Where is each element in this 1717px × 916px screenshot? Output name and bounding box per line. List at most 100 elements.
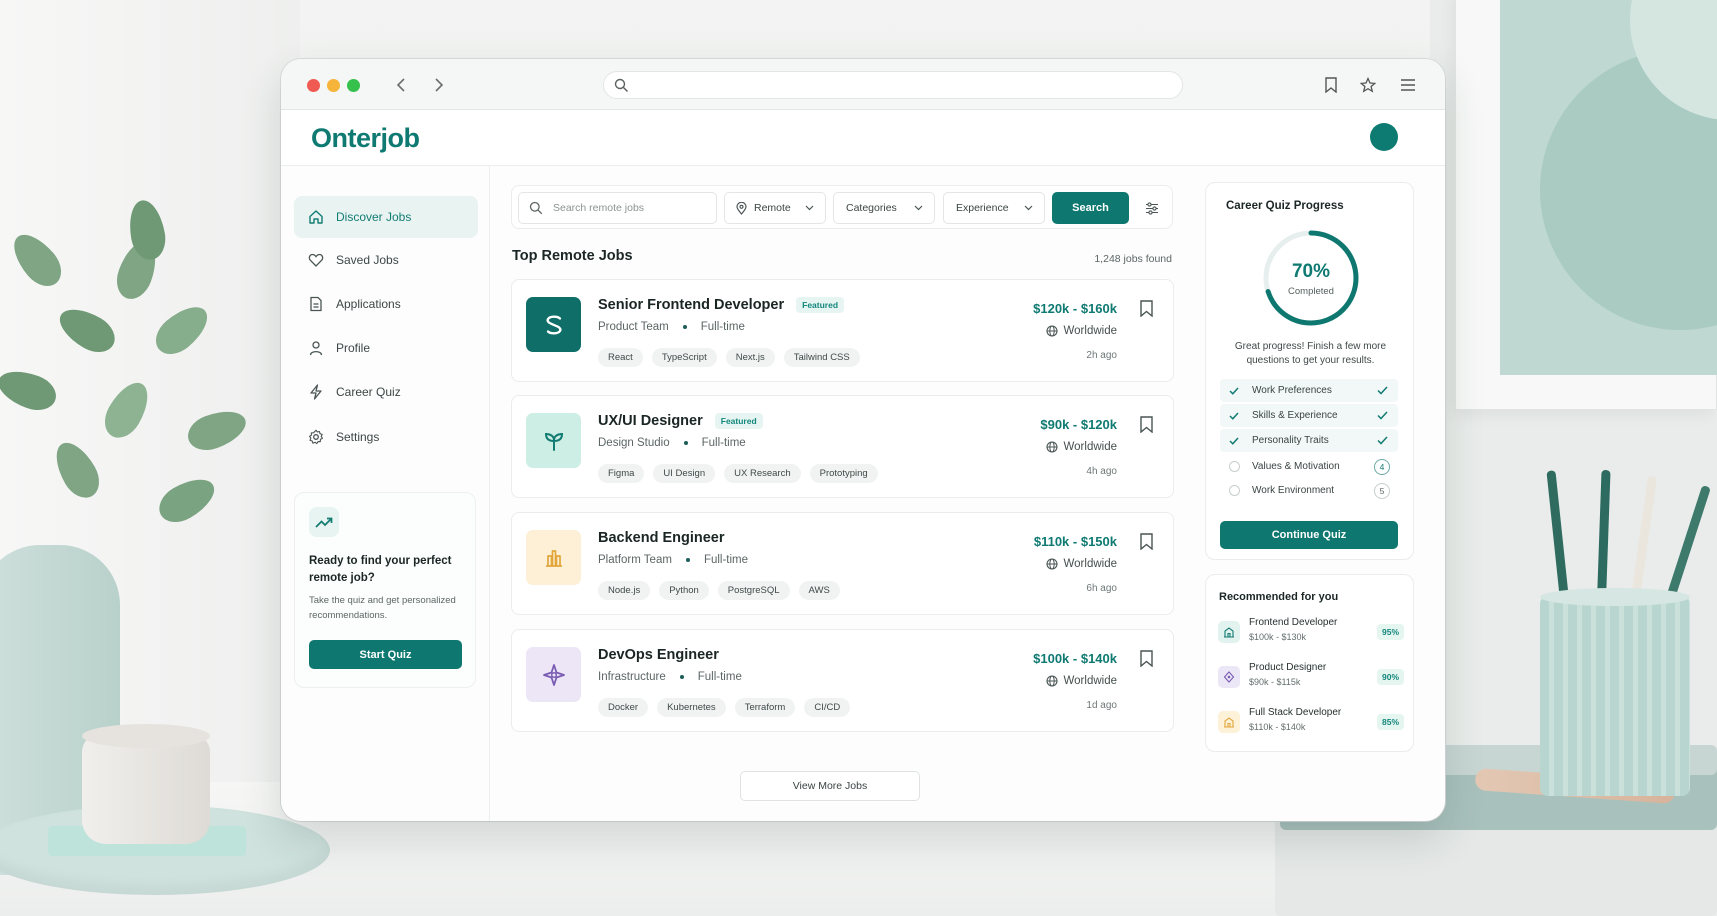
career-quiz-progress-card: Career Quiz Progress 70% Completed Great… [1205,182,1414,560]
recommended-item[interactable]: Frontend Developer $100k - $130k 95% [1218,617,1404,653]
sidebar-item-label: Settings [336,430,380,444]
minimize-window-button[interactable] [327,79,340,92]
star-icon[interactable] [1356,73,1380,97]
step-number: 5 [1374,482,1390,499]
skill-tag[interactable]: UI Design [653,464,716,483]
sidebar-item-label: Career Quiz [336,385,401,399]
bookmark-icon[interactable] [1319,73,1343,97]
sidebar-item-applications[interactable]: Applications [294,283,478,325]
quiz-step[interactable]: Skills & Experience [1220,404,1398,427]
skill-tag[interactable]: Kubernetes [657,698,726,717]
quiz-step-label: Values & Motivation [1252,461,1340,472]
job-card[interactable]: Backend Engineer Platform Team Full-time… [511,512,1174,615]
company-name: Product Team [598,321,669,333]
job-card[interactable]: UX/UI Designer Featured Design Studio Fu… [511,395,1174,498]
search-input[interactable]: Search remote jobs [518,192,717,224]
heart-icon [308,253,324,267]
address-bar[interactable] [603,71,1183,99]
forward-arrow-icon[interactable] [426,72,452,98]
job-location: Worldwide [1045,441,1117,453]
sidebar-item-label: Saved Jobs [336,253,399,267]
sidebar-item-profile[interactable]: Profile [294,327,478,369]
separator-dot [682,325,687,329]
sidebar-item-saved-jobs[interactable]: Saved Jobs [294,239,478,281]
avatar[interactable] [1370,123,1398,151]
location-select[interactable]: Remote [724,192,826,224]
company-name: Design Studio [598,437,670,449]
search-button[interactable]: Search [1052,192,1129,224]
recommended-salary: $110k - $140k [1249,722,1306,732]
recommended-item[interactable]: Full Stack Developer $110k - $140k 85% [1218,707,1404,743]
skill-tag[interactable]: AWS [798,581,840,600]
bookmark-icon[interactable] [1137,648,1155,668]
skill-tag[interactable]: TypeScript [651,348,717,367]
skill-tag[interactable]: CI/CD [804,698,851,717]
skill-tag[interactable]: UX Research [724,464,801,483]
skill-tag[interactable]: Python [659,581,709,600]
quiz-promo-card: Ready to find your perfect remote job? T… [294,492,476,688]
skill-tag[interactable]: Figma [598,464,645,483]
trending-up-icon [309,507,339,537]
progress-percent: 70% [1291,261,1331,282]
experience-select[interactable]: Experience [943,192,1045,224]
recommended-salary: $100k - $130k [1249,632,1307,642]
quiz-step[interactable]: Values & Motivation 4 [1220,455,1398,478]
search-placeholder: Search remote jobs [553,202,645,214]
skill-tag[interactable]: Docker [598,698,649,717]
skill-tag[interactable]: Terraform [734,698,796,717]
featured-badge: Featured [714,413,763,429]
job-meta: Platform Team Full-time [598,554,748,566]
quiz-step[interactable]: Work Preferences [1220,379,1398,402]
sidebar-item-career-quiz[interactable]: Career Quiz [294,371,478,413]
job-card[interactable]: Senior Frontend Developer Featured Produ… [511,279,1174,382]
job-title[interactable]: Backend Engineer [598,530,725,546]
bookmark-icon[interactable] [1137,298,1155,318]
continue-quiz-button[interactable]: Continue Quiz [1220,521,1398,549]
recommended-job-title: Frontend Developer [1249,617,1338,628]
job-title[interactable]: Senior Frontend Developer Featured [598,297,845,313]
chevron-down-icon [914,205,923,211]
sidebar-item-discover-jobs[interactable]: Discover Jobs [294,196,478,238]
menu-icon[interactable] [1396,73,1420,97]
app-header: Onterjob [281,110,1445,166]
filter-sliders-icon[interactable] [1140,196,1164,220]
sidebar-item-settings[interactable]: Settings [294,416,478,458]
chevron-down-icon [805,205,814,211]
job-title-text: DevOps Engineer [598,647,719,663]
maximize-window-button[interactable] [347,79,360,92]
job-title[interactable]: UX/UI Designer Featured [598,413,763,429]
home-icon [309,210,323,224]
lightning-icon [310,384,322,400]
bookmark-icon[interactable] [1137,414,1155,434]
job-location: Worldwide [1045,558,1117,570]
categories-select[interactable]: Categories [833,192,935,224]
app-logo[interactable]: Onterjob [311,123,420,154]
experience-select-value: Experience [956,202,1009,214]
job-meta: Product Team Full-time [598,321,745,333]
job-card[interactable]: DevOps Engineer Infrastructure Full-time… [511,629,1174,732]
skill-tag[interactable]: Tailwind CSS [783,348,860,367]
globe-icon [1045,441,1058,453]
view-more-jobs-button[interactable]: View More Jobs [740,771,920,801]
close-window-button[interactable] [307,79,320,92]
sidebar-item-label: Discover Jobs [336,210,412,224]
design-icon [1218,666,1240,688]
separator-dot [683,441,688,445]
quiz-step[interactable]: Work Environment 5 [1220,479,1398,502]
quiz-step[interactable]: Personality Traits [1220,429,1398,452]
recommended-item[interactable]: Product Designer $90k - $115k 90% [1218,662,1404,698]
skill-tag[interactable]: PostgreSQL [717,581,790,600]
back-arrow-icon[interactable] [388,72,414,98]
bookmark-icon[interactable] [1137,531,1155,551]
job-search-bar: Search remote jobs Remote Categories Exp… [511,185,1173,229]
recommended-title: Recommended for you [1219,591,1339,603]
skill-tag[interactable]: Node.js [598,581,651,600]
start-quiz-button[interactable]: Start Quiz [309,640,462,669]
skill-tag[interactable]: Next.js [725,348,775,367]
skill-tag[interactable]: React [598,348,643,367]
check-icon [1374,436,1390,445]
salary-range: $90k - $120k [1040,417,1117,432]
job-title[interactable]: DevOps Engineer [598,647,719,663]
skill-tag[interactable]: Prototyping [809,464,878,483]
location-pin-icon [736,201,747,215]
